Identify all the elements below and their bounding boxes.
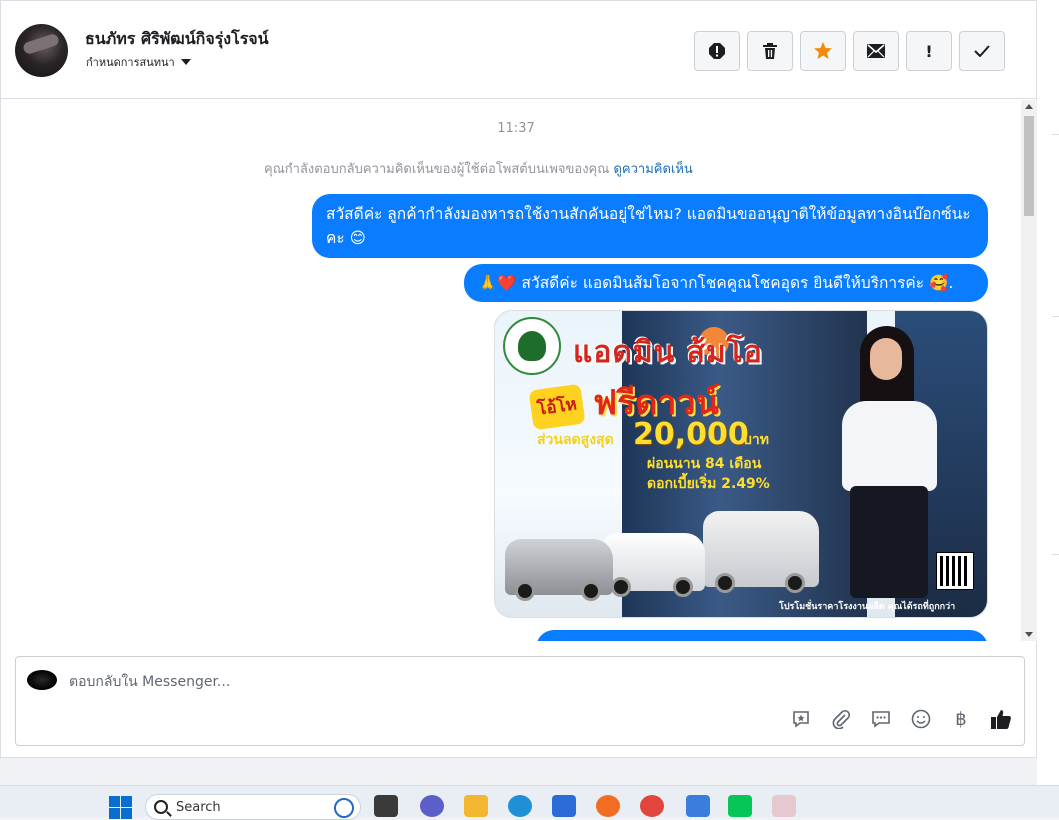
- line-icon[interactable]: [728, 795, 752, 817]
- like-button[interactable]: [990, 708, 1012, 730]
- saved-reply-icon: [793, 711, 809, 728]
- payment-button[interactable]: ฿: [950, 708, 972, 730]
- search-label: Search: [176, 799, 221, 815]
- qr-code: [936, 552, 974, 590]
- trash-icon: [763, 43, 777, 59]
- composer-toolbar: ฿: [790, 708, 1012, 730]
- message-list[interactable]: 11:37 คุณกำลังตอบกลับความคิดเห็นของผู้ใช…: [1, 100, 1021, 641]
- page-right-edge: [1037, 0, 1059, 785]
- quick-reply-icon: [872, 711, 890, 728]
- message-bubble[interactable]: 🙏❤️ สวัสดีค่ะ แอดมินส้มโอจากโชคคูณโชคอุด…: [464, 264, 988, 302]
- star-icon: [814, 42, 832, 59]
- promo-currency: บาท: [743, 432, 769, 448]
- taskbar-search[interactable]: Search: [145, 794, 361, 820]
- baht-icon: ฿: [955, 708, 967, 730]
- attachment-button[interactable]: [830, 708, 852, 730]
- promo-badge: โอ้โห: [528, 383, 586, 431]
- view-comment-link[interactable]: ดูความคิดเห็น: [613, 162, 692, 177]
- mail-icon: [867, 44, 885, 58]
- caret-down-icon: [180, 59, 191, 65]
- notice-text: คุณกำลังตอบกลับความคิดเห็นของผู้ใช้ต่อโพ…: [264, 162, 614, 177]
- message-bubble-partial[interactable]: [536, 630, 988, 641]
- pickup-truck-graphic: [601, 533, 705, 597]
- mark-unread-button[interactable]: [853, 31, 899, 71]
- promo-title: แอดมิน ส้มโอ: [573, 335, 763, 370]
- emoji-icon: [911, 709, 931, 729]
- message-timestamp: 11:37: [497, 121, 535, 136]
- thumbs-up-icon: [991, 710, 1011, 729]
- conversation-toolbar: !: [694, 31, 1005, 71]
- divider: [1052, 134, 1059, 135]
- teams-icon[interactable]: [420, 795, 444, 817]
- scroll-down-arrow-icon[interactable]: [1025, 632, 1033, 637]
- assign-conversation-dropdown[interactable]: กำหนดการสนทนา: [86, 53, 191, 71]
- quick-reply-button[interactable]: [870, 708, 892, 730]
- dealer-logo: [503, 317, 561, 375]
- emoji-button[interactable]: [910, 708, 932, 730]
- promo-installment: ผ่อนนาน 84 เดือน: [647, 456, 762, 472]
- star-button[interactable]: [800, 31, 846, 71]
- messenger-inbox-window: ธนภัทร ศิริพัฒน์กิจรุ่งโรจน์ กำหนดการสนท…: [0, 0, 1038, 758]
- comment-reply-notice: คุณกำลังตอบกลับความคิดเห็นของผู้ใช้ต่อโพ…: [264, 158, 693, 179]
- report-spam-icon: [709, 43, 725, 59]
- windows-taskbar: Search: [0, 785, 1059, 820]
- firefox-icon[interactable]: [596, 795, 620, 817]
- pickup-truck-graphic: [703, 511, 819, 593]
- sedan-graphic: [505, 539, 613, 601]
- promo-amount: 20,000: [633, 417, 749, 452]
- checkmark-icon: [974, 45, 990, 57]
- file-explorer-icon[interactable]: [464, 795, 488, 817]
- priority-button[interactable]: !: [906, 31, 952, 71]
- search-icon: [154, 800, 168, 814]
- promo-discount-label: ส่วนลดสูงสุด: [537, 432, 614, 448]
- priority-icon: !: [925, 41, 933, 61]
- reply-composer: ฿: [15, 656, 1025, 746]
- scrollbar-thumb[interactable]: [1024, 116, 1034, 216]
- notepad-icon[interactable]: [686, 795, 710, 817]
- snipping-tool-icon[interactable]: [772, 795, 796, 817]
- store-icon[interactable]: [552, 795, 576, 817]
- task-view-icon[interactable]: [374, 795, 398, 817]
- bing-icon[interactable]: [334, 798, 354, 818]
- conversation-header: ธนภัทร ศิริพัฒน์กิจรุ่งโรจน์ กำหนดการสนท…: [1, 1, 1038, 99]
- saved-reply-button[interactable]: [790, 708, 812, 730]
- contact-name[interactable]: ธนภัทร ศิริพัฒน์กิจรุ่งโรจน์: [85, 27, 269, 52]
- divider: [1052, 554, 1059, 555]
- contact-avatar[interactable]: [15, 24, 68, 77]
- mark-done-button[interactable]: [959, 31, 1005, 71]
- message-scrollbar[interactable]: [1021, 100, 1037, 641]
- assign-label: กำหนดการสนทนา: [86, 56, 175, 69]
- promo-image-message[interactable]: แอดมิน ส้มโอ โอ้โห ฟรีดาวน์ ส่วนลดสูงสุด…: [494, 310, 988, 618]
- reply-input[interactable]: [69, 671, 769, 693]
- promo-footer: โปรโมชั่นราคาโรงงานผลิต คุณได้รถที่ถูกกว…: [779, 602, 956, 612]
- scroll-up-arrow-icon[interactable]: [1025, 104, 1033, 109]
- promo-interest: ดอกเบี้ยเริ่ม 2.49%: [647, 476, 770, 492]
- attachment-icon: [832, 709, 851, 729]
- report-spam-button[interactable]: [694, 31, 740, 71]
- edge-icon[interactable]: [508, 795, 532, 817]
- divider: [1052, 316, 1059, 317]
- delete-button[interactable]: [747, 31, 793, 71]
- page-avatar: [27, 670, 57, 690]
- message-bubble[interactable]: สวัสดีค่ะ ลูกค้ากำลังมองหารถใช้งานสักคัน…: [312, 194, 988, 258]
- chrome-icon[interactable]: [640, 795, 664, 817]
- start-button[interactable]: [108, 795, 132, 819]
- presenter-figure: [820, 326, 950, 601]
